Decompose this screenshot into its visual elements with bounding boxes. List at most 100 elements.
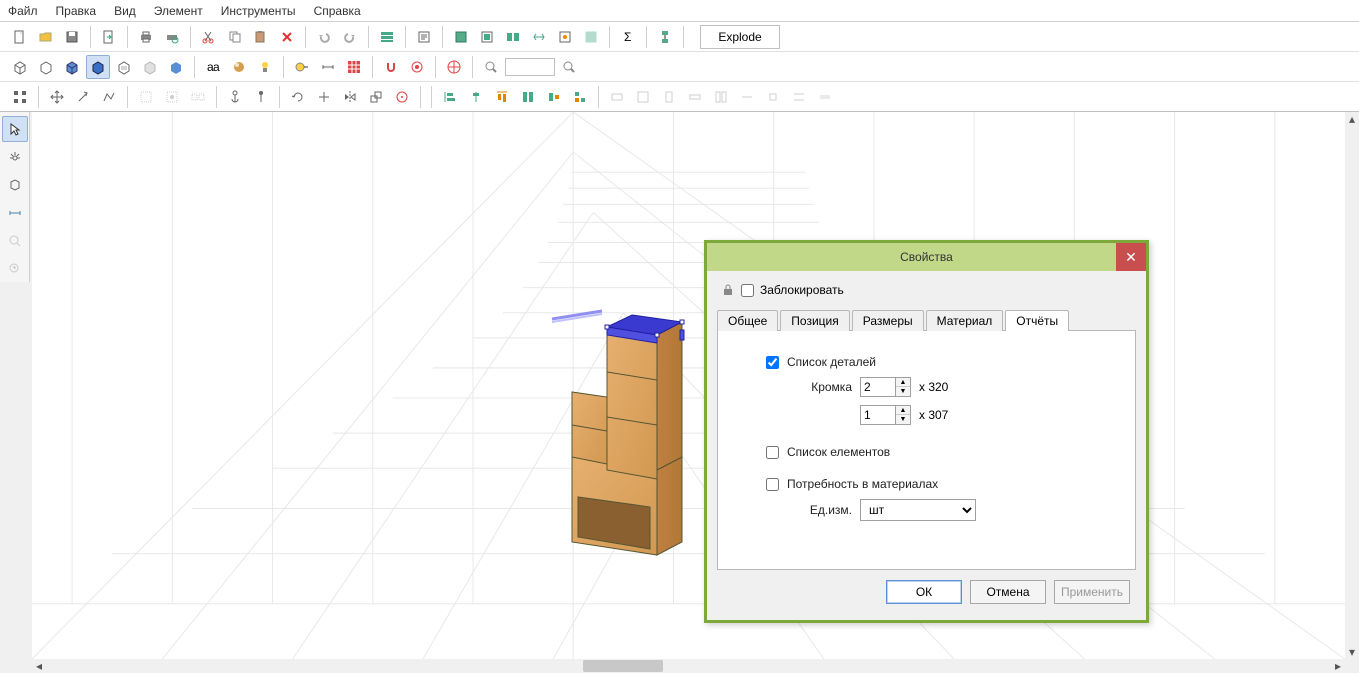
align-f-button[interactable] <box>568 85 592 109</box>
paste-button[interactable] <box>249 25 273 49</box>
library-button[interactable] <box>375 25 399 49</box>
sum-button[interactable]: Σ <box>616 25 640 49</box>
dist-e-button[interactable] <box>709 85 733 109</box>
tool-b-button[interactable] <box>475 25 499 49</box>
material-ball-button[interactable] <box>227 55 251 79</box>
group-a-button[interactable] <box>134 85 158 109</box>
delete-button[interactable] <box>275 25 299 49</box>
menu-tools[interactable]: Инструменты <box>221 4 296 18</box>
precision-tool-button[interactable] <box>2 256 28 282</box>
save-button[interactable] <box>60 25 84 49</box>
tab-dimensions[interactable]: Размеры <box>852 310 924 331</box>
tab-position[interactable]: Позиция <box>780 310 849 331</box>
dist-f-button[interactable] <box>735 85 759 109</box>
scroll-right-arrow[interactable]: ▸ <box>1331 659 1345 673</box>
align-d-button[interactable] <box>516 85 540 109</box>
scroll-thumb[interactable] <box>583 660 663 672</box>
dialog-close-button[interactable]: ✕ <box>1116 243 1146 271</box>
move-cross-button[interactable] <box>312 85 336 109</box>
menu-element[interactable]: Элемент <box>154 4 203 18</box>
export-button[interactable] <box>97 25 121 49</box>
view-shaded-button[interactable] <box>60 55 84 79</box>
scale-button[interactable] <box>364 85 388 109</box>
view-hidden-button[interactable] <box>34 55 58 79</box>
anchor-a-button[interactable] <box>223 85 247 109</box>
redo-button[interactable] <box>338 25 362 49</box>
target-button[interactable] <box>405 55 429 79</box>
tool-c-button[interactable] <box>501 25 525 49</box>
parts-list-checkbox[interactable] <box>766 356 779 369</box>
edge1-down[interactable]: ▼ <box>896 387 910 396</box>
edge2-up[interactable]: ▲ <box>896 406 910 415</box>
unit-select[interactable]: шт <box>860 499 976 521</box>
tool-e-button[interactable] <box>553 25 577 49</box>
undo-button[interactable] <box>312 25 336 49</box>
align-c-button[interactable] <box>490 85 514 109</box>
new-file-button[interactable] <box>8 25 32 49</box>
scroll-down-arrow[interactable]: ▾ <box>1345 645 1359 659</box>
dist-i-button[interactable] <box>813 85 837 109</box>
lock-checkbox[interactable] <box>741 284 754 297</box>
open-file-button[interactable] <box>34 25 58 49</box>
measure-tool-button[interactable] <box>2 200 28 226</box>
ok-button[interactable]: ОК <box>886 580 962 604</box>
tab-material[interactable]: Материал <box>926 310 1004 331</box>
menu-view[interactable]: Вид <box>114 4 136 18</box>
dist-a-button[interactable] <box>605 85 629 109</box>
edge-input-2[interactable] <box>860 405 896 425</box>
edge-input-1[interactable] <box>860 377 896 397</box>
edge2-down[interactable]: ▼ <box>896 415 910 424</box>
view-wire-button[interactable] <box>8 55 32 79</box>
vertical-scrollbar[interactable]: ▴ ▾ <box>1345 112 1359 659</box>
group-c-button[interactable] <box>186 85 210 109</box>
align-b-button[interactable] <box>464 85 488 109</box>
lighting-button[interactable] <box>253 55 277 79</box>
menu-edit[interactable]: Правка <box>56 4 97 18</box>
view-textured-button[interactable] <box>112 55 136 79</box>
horizontal-scrollbar[interactable]: ◂ ▸ <box>32 659 1345 673</box>
dist-g-button[interactable] <box>761 85 785 109</box>
align-e-button[interactable] <box>542 85 566 109</box>
selection-tool-button[interactable] <box>2 116 28 142</box>
copy-button[interactable] <box>223 25 247 49</box>
scroll-up-arrow[interactable]: ▴ <box>1345 112 1359 126</box>
tool-d-button[interactable] <box>527 25 551 49</box>
text-label-button[interactable]: aa <box>201 55 225 79</box>
tool-f-button[interactable] <box>579 25 603 49</box>
zoom-fit-button[interactable] <box>557 55 581 79</box>
furniture-model[interactable] <box>542 297 712 567</box>
tape-measure-button[interactable] <box>290 55 314 79</box>
explode-button[interactable]: Explode <box>700 25 780 49</box>
rotate-button[interactable] <box>286 85 310 109</box>
tool-a-button[interactable] <box>449 25 473 49</box>
dist-b-button[interactable] <box>631 85 655 109</box>
menu-help[interactable]: Справка <box>314 4 361 18</box>
properties-button[interactable] <box>412 25 436 49</box>
polyline-button[interactable] <box>97 85 121 109</box>
search-tool-button[interactable] <box>2 228 28 254</box>
print-preview-button[interactable] <box>160 25 184 49</box>
tab-reports[interactable]: Отчёты <box>1005 310 1069 331</box>
zoom-button[interactable] <box>479 55 503 79</box>
menu-file[interactable]: Файл <box>8 4 38 18</box>
dist-d-button[interactable] <box>683 85 707 109</box>
material-need-checkbox[interactable] <box>766 478 779 491</box>
move-tool-button[interactable] <box>45 85 69 109</box>
dialog-title[interactable]: Свойства ✕ <box>707 243 1146 271</box>
group-b-button[interactable] <box>160 85 184 109</box>
view-transparent-button[interactable] <box>138 55 162 79</box>
scroll-left-arrow[interactable]: ◂ <box>32 659 46 673</box>
dist-h-button[interactable] <box>787 85 811 109</box>
mirror-button[interactable] <box>338 85 362 109</box>
compass-button[interactable] <box>442 55 466 79</box>
tab-general[interactable]: Общее <box>717 310 778 331</box>
align-a-button[interactable] <box>438 85 462 109</box>
anchor-b-button[interactable] <box>249 85 273 109</box>
cancel-button[interactable]: Отмена <box>970 580 1046 604</box>
zoom-input[interactable] <box>505 58 555 76</box>
grid-toggle-button[interactable] <box>342 55 366 79</box>
box-tool-button[interactable] <box>2 172 28 198</box>
circle-target-button[interactable] <box>390 85 414 109</box>
move-b-button[interactable] <box>71 85 95 109</box>
print-button[interactable] <box>134 25 158 49</box>
